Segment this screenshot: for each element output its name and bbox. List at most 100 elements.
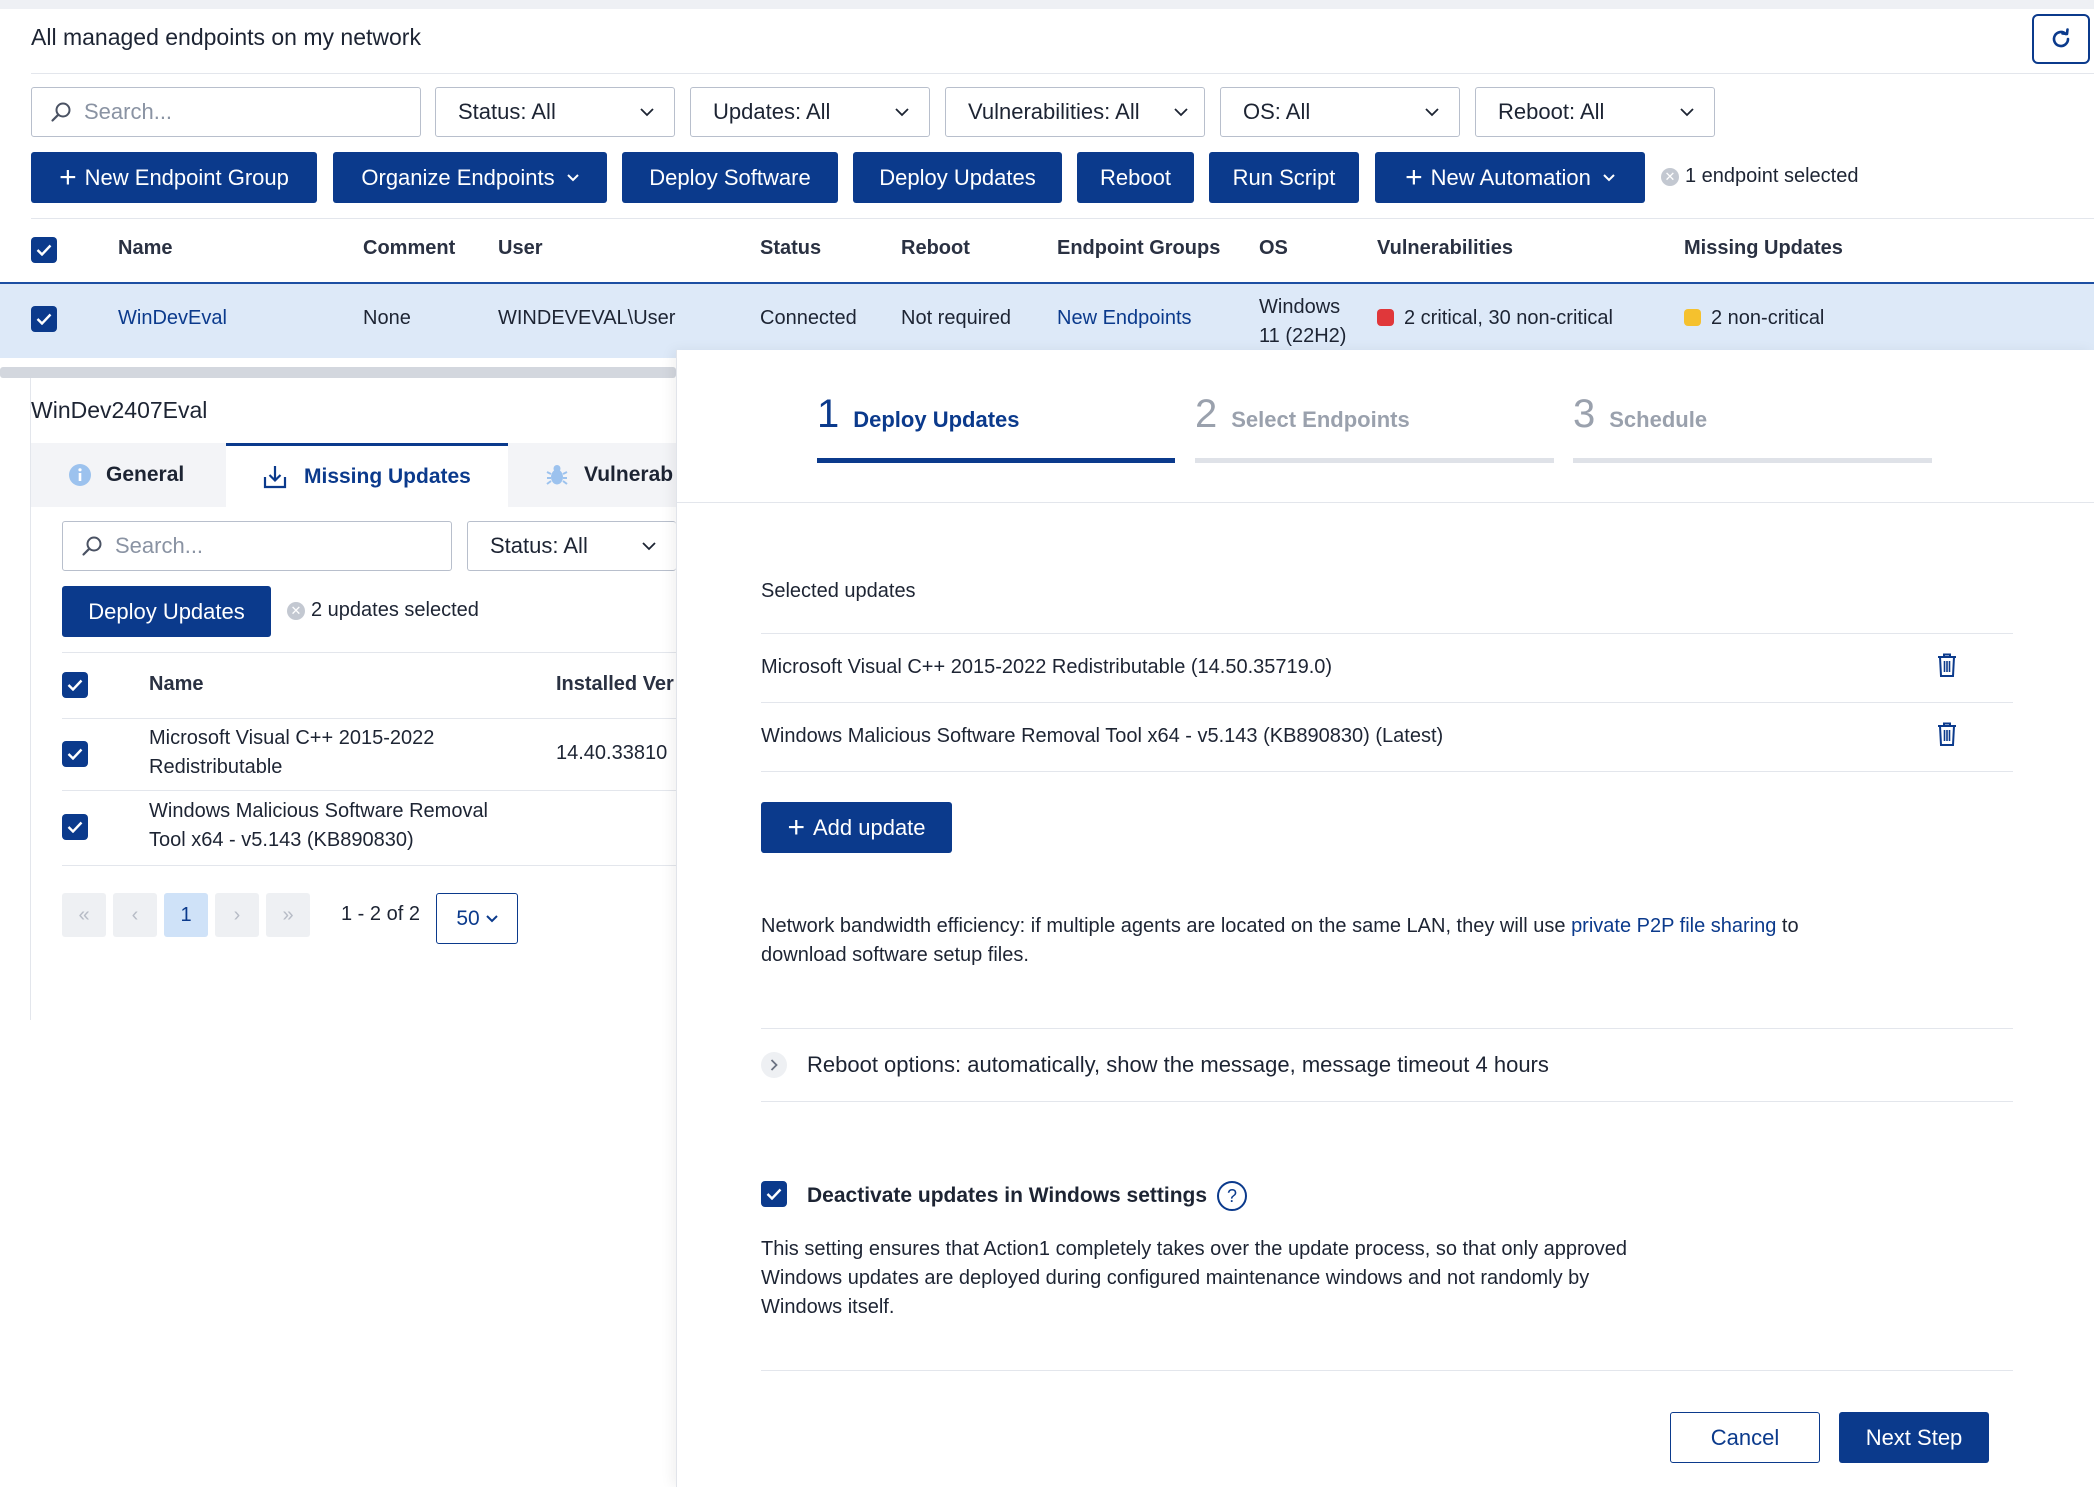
- new-automation-button[interactable]: + New Automation: [1375, 152, 1645, 203]
- column-header-status[interactable]: Status: [760, 237, 821, 260]
- checkmark-icon: [67, 748, 83, 760]
- add-update-button[interactable]: + Add update: [761, 802, 952, 853]
- deactivate-updates-label: Deactivate updates in Windows settings: [807, 1184, 1208, 1207]
- deploy-software-button[interactable]: Deploy Software: [622, 152, 838, 203]
- pager-range: 1 - 2 of 2: [341, 903, 420, 925]
- reboot-options-bottom-divider: [761, 1101, 2013, 1102]
- critical-dot-icon: [1377, 309, 1394, 326]
- run-script-button[interactable]: Run Script: [1209, 152, 1359, 203]
- new-endpoint-group-button[interactable]: + New Endpoint Group: [31, 152, 317, 203]
- pager-next-button[interactable]: ›: [215, 893, 259, 937]
- chevron-right-icon: [761, 1052, 787, 1078]
- page-size-select[interactable]: 50: [436, 893, 518, 944]
- plus-icon: +: [787, 810, 805, 844]
- p2p-sharing-link[interactable]: private P2P file sharing: [1571, 915, 1776, 937]
- wizard-step-2[interactable]: 2 Select Endpoints: [1195, 392, 1410, 437]
- status-filter[interactable]: Status: All: [435, 87, 675, 137]
- clear-selection-icon[interactable]: ✕: [1661, 167, 1679, 186]
- horizontal-scrollbar[interactable]: [0, 367, 676, 378]
- endpoint-vulnerabilities[interactable]: 2 critical, 30 non-critical: [1377, 307, 1613, 330]
- bug-icon: [546, 465, 568, 485]
- checkmark-icon: [766, 1188, 782, 1200]
- tab-vulnerabilities[interactable]: Vulnerab: [544, 443, 676, 507]
- deploy-updates-button[interactable]: Deploy Updates: [853, 152, 1062, 203]
- trash-icon[interactable]: [1936, 721, 1958, 753]
- status-filter-label: Status: All: [458, 99, 556, 124]
- refresh-button[interactable]: [2032, 14, 2090, 64]
- tab-missing-updates[interactable]: Missing Updates: [226, 443, 508, 507]
- column-header-missing-updates[interactable]: Missing Updates: [1684, 237, 1843, 260]
- wizard-step-3-bar: [1573, 458, 1932, 463]
- os-filter-label: OS: All: [1243, 99, 1311, 124]
- wizard-step-2-bar: [1195, 458, 1554, 463]
- detail-row-divider: [62, 790, 676, 791]
- endpoint-os: Windows 11 (22H2): [1259, 296, 1347, 347]
- endpoint-selection-count: ✕ 1 endpoint selected: [1661, 165, 1858, 188]
- next-step-button[interactable]: Next Step: [1839, 1412, 1989, 1463]
- row-checkbox[interactable]: [31, 306, 57, 332]
- update-row-checkbox[interactable]: [62, 741, 88, 767]
- reboot-options-expander[interactable]: Reboot options: automatically, show the …: [761, 1052, 1549, 1078]
- chevron-down-icon: [1680, 107, 1694, 116]
- chevron-down-icon: [895, 107, 909, 116]
- reboot-filter[interactable]: Reboot: All: [1475, 87, 1715, 137]
- detail-column-header-installed[interactable]: Installed Ver: [556, 673, 676, 696]
- top-strip: [0, 0, 2094, 9]
- deactivate-updates-checkbox[interactable]: [761, 1181, 787, 1207]
- footer-divider: [761, 1370, 2013, 1371]
- chevron-down-icon: [642, 541, 656, 550]
- column-header-name[interactable]: Name: [118, 237, 172, 260]
- refresh-icon: [2052, 28, 2070, 48]
- detail-select-all-checkbox[interactable]: [62, 672, 88, 698]
- search-placeholder: Search...: [115, 533, 204, 558]
- pager-last-button[interactable]: »: [266, 893, 310, 937]
- column-header-vulnerabilities[interactable]: Vulnerabilities: [1377, 237, 1513, 260]
- detail-deploy-updates-button[interactable]: Deploy Updates: [62, 586, 271, 637]
- detail-row-divider: [62, 865, 676, 866]
- pager-prev-button[interactable]: ‹: [113, 893, 157, 937]
- download-icon: [263, 465, 287, 488]
- select-all-checkbox[interactable]: [31, 237, 57, 263]
- organize-endpoints-button[interactable]: Organize Endpoints: [333, 152, 607, 203]
- cancel-button[interactable]: Cancel: [1670, 1412, 1820, 1463]
- column-header-user[interactable]: User: [498, 237, 542, 260]
- update-row-checkbox[interactable]: [62, 814, 88, 840]
- updates-status-filter[interactable]: Status: All: [467, 521, 676, 571]
- pager-first-button[interactable]: «: [62, 893, 106, 937]
- endpoint-reboot: Not required: [901, 307, 1012, 329]
- clear-selection-icon[interactable]: ✕: [287, 601, 305, 620]
- updates-list-divider: [761, 633, 2013, 634]
- detail-column-header-name[interactable]: Name: [149, 673, 203, 696]
- updates-selection-count: ✕ 2 updates selected: [287, 599, 479, 622]
- reboot-button[interactable]: Reboot: [1077, 152, 1194, 203]
- updates-list-divider: [761, 771, 2013, 772]
- column-header-comment[interactable]: Comment: [363, 237, 455, 260]
- endpoint-search-input[interactable]: Search...: [31, 87, 421, 137]
- vulnerabilities-filter[interactable]: Vulnerabilities: All: [945, 87, 1205, 137]
- endpoint-group-link[interactable]: New Endpoints: [1057, 307, 1192, 330]
- search-icon: [51, 102, 71, 122]
- trash-icon[interactable]: [1936, 652, 1958, 684]
- column-header-endpoint-groups[interactable]: Endpoint Groups: [1057, 237, 1220, 260]
- reboot-filter-label: Reboot: All: [1498, 99, 1605, 124]
- help-icon[interactable]: ?: [1217, 1181, 1248, 1211]
- warning-dot-icon: [1684, 309, 1701, 326]
- updates-filter[interactable]: Updates: All: [690, 87, 930, 137]
- wizard-header-divider: [677, 502, 2094, 503]
- pager-page-1[interactable]: 1: [164, 893, 208, 937]
- column-header-reboot[interactable]: Reboot: [901, 237, 970, 260]
- updates-filter-label: Updates: All: [713, 99, 831, 124]
- wizard-step-3[interactable]: 3 Schedule: [1573, 392, 1707, 437]
- update-row-name: Microsoft Visual C++ 2015-2022 Redistrib…: [149, 727, 435, 778]
- chevron-down-icon: [1603, 173, 1615, 181]
- page-title: All managed endpoints on my network: [31, 24, 421, 50]
- os-filter[interactable]: OS: All: [1220, 87, 1460, 137]
- column-header-os[interactable]: OS: [1259, 237, 1288, 260]
- chevron-down-icon: [566, 173, 579, 181]
- tab-general[interactable]: General: [68, 443, 184, 507]
- endpoint-name-link[interactable]: WinDevEval: [118, 307, 227, 330]
- endpoint-missing-updates[interactable]: 2 non-critical: [1684, 307, 1824, 330]
- updates-search-input[interactable]: Search...: [62, 521, 452, 571]
- wizard-step-1[interactable]: 1 Deploy Updates: [817, 392, 1020, 437]
- updates-status-filter-label: Status: All: [490, 533, 588, 558]
